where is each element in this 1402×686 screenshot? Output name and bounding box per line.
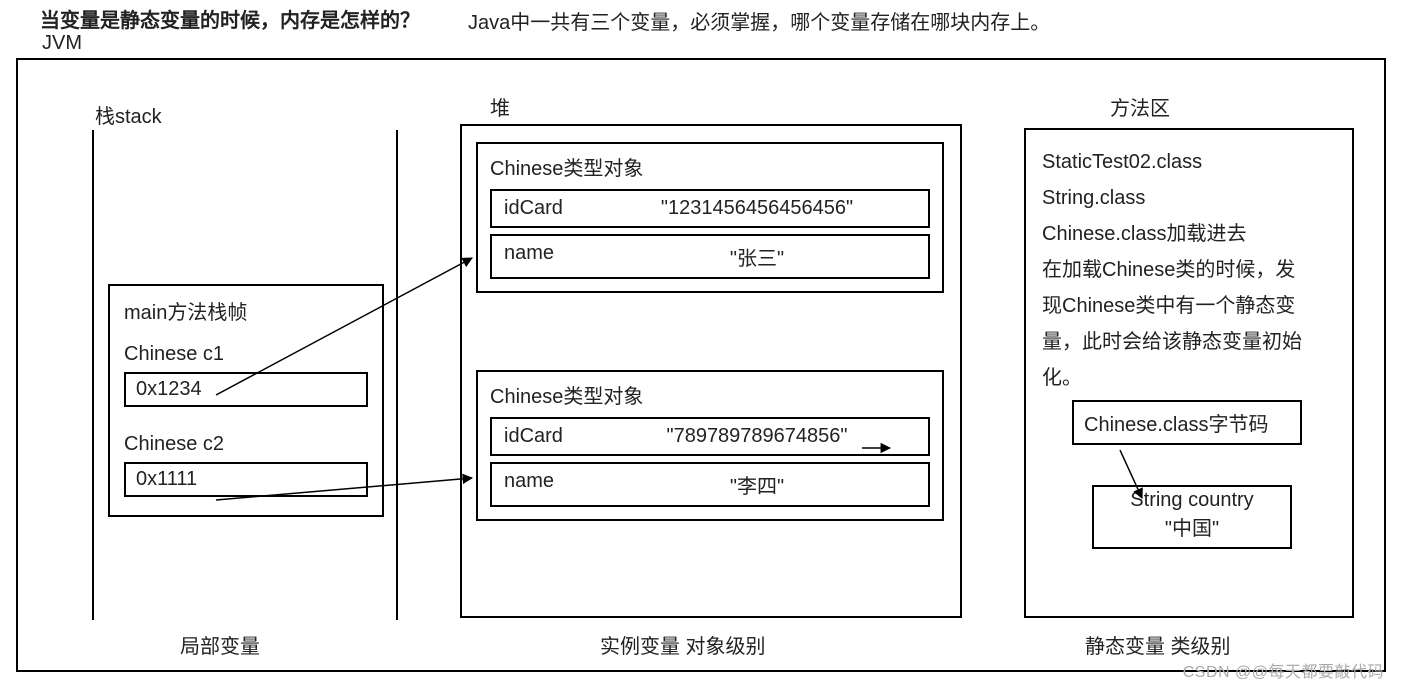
ma-line: 现Chinese类中有一个静态变 [1042,288,1336,324]
field-name: idCard [504,425,574,448]
field-value: "789789789674856" [598,425,916,448]
field-name: idCard [504,197,574,220]
title-main: 当变量是静态变量的时候，内存是怎样的？ [40,4,420,33]
title-sub: Java中一共有三个变量，必须掌握，哪个变量存储在哪块内存上。 [468,6,1050,35]
ma-line: 在加载Chinese类的时候，发 [1042,252,1336,288]
var-decl: Chinese c2 [124,433,368,456]
stack-wall-left [92,130,94,620]
stack-label: 栈stack [95,100,162,129]
static-var-box: String country "中国" [1092,485,1292,549]
watermark: CSDN @@每天都要敲代码 [1183,658,1384,682]
ma-line: StaticTest02.class [1042,144,1336,180]
jvm-label: JVM [42,32,82,55]
object-title: Chinese类型对象 [490,152,930,181]
stack-wall-right [396,130,398,620]
static-var-title: String country [1104,489,1280,512]
method-area-label: 方法区 [1110,92,1170,121]
class-bytecode-box: Chinese.class字节码 [1072,400,1302,445]
field-box: idCard "1231456456456456" [490,189,930,228]
var-value-box: 0x1111 [124,462,368,497]
main-stack-frame: main方法栈帧 Chinese c1 0x1234 Chinese c2 0x… [108,284,384,517]
var-decl: Chinese c1 [124,343,368,366]
stack-caption: 局部变量 [180,630,260,659]
method-area-box: StaticTest02.class String.class Chinese.… [1024,128,1354,618]
var-value-box: 0x1234 [124,372,368,407]
field-box: name "张三" [490,234,930,279]
heap-object: Chinese类型对象 idCard "1231456456456456" na… [476,142,944,293]
heap-object: Chinese类型对象 idCard "789789789674856" nam… [476,370,944,521]
ma-line: 化。 [1042,360,1336,396]
static-var-value: "中国" [1104,512,1280,541]
heap-caption: 实例变量 对象级别 [600,630,766,659]
field-value: "1231456456456456" [598,197,916,220]
field-name: name [504,242,574,271]
ma-line: String.class [1042,180,1336,216]
field-box: idCard "789789789674856" [490,417,930,456]
main-frame-title: main方法栈帧 [124,296,368,325]
object-title: Chinese类型对象 [490,380,930,409]
stack-var: Chinese c2 0x1111 [124,433,368,497]
ma-line: Chinese.class加载进去 [1042,216,1336,252]
method-area-caption: 静态变量 类级别 [1085,630,1231,659]
stack-var: Chinese c1 0x1234 [124,343,368,407]
field-value: "张三" [598,242,916,271]
field-value: "李四" [598,470,916,499]
field-name: name [504,470,574,499]
ma-line: 量，此时会给该静态变量初始 [1042,324,1336,360]
field-box: name "李四" [490,462,930,507]
heap-label: 堆 [490,92,510,121]
